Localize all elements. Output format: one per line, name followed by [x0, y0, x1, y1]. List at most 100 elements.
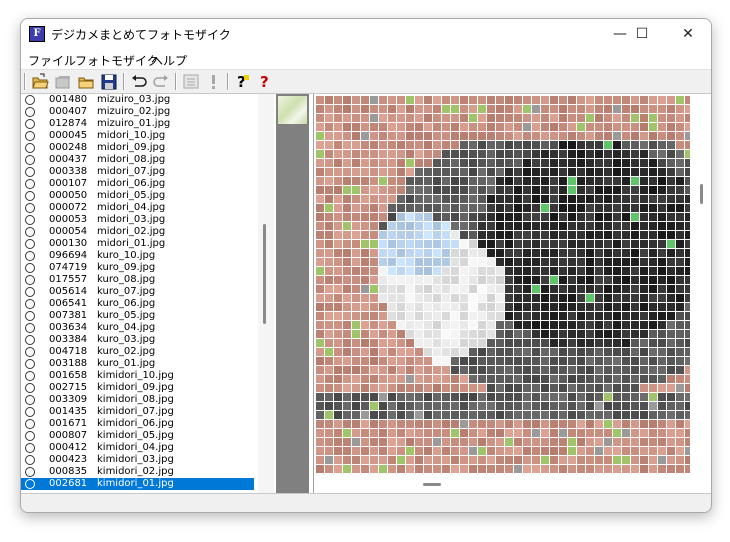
radio-icon[interactable] [25, 275, 35, 285]
list-item[interactable]: 000072 midori_04.jpg [21, 202, 254, 214]
list-item[interactable]: 003384 kuro_03.jpg [21, 334, 254, 346]
radio-icon[interactable] [25, 359, 35, 369]
mosaic-tile [352, 249, 360, 257]
list-item[interactable]: 004718 kuro_02.jpg [21, 346, 254, 358]
radio-icon[interactable] [25, 407, 35, 417]
radio-icon[interactable] [25, 131, 35, 141]
open-folder-button[interactable] [30, 72, 50, 91]
radio-icon[interactable] [25, 311, 35, 321]
list-item[interactable]: 006541 kuro_06.jpg [21, 298, 254, 310]
list-item[interactable]: 017557 kuro_08.jpg [21, 274, 254, 286]
list-item[interactable]: 000407 mizuiro_02.jpg [21, 106, 254, 118]
list-item[interactable]: 000054 midori_02.jpg [21, 226, 254, 238]
maximize-button[interactable]: ☐ [619, 19, 665, 49]
mosaic-horizontal-scroll-thumb[interactable] [423, 483, 441, 486]
list-item[interactable]: 003634 kuro_04.jpg [21, 322, 254, 334]
radio-icon[interactable] [25, 299, 35, 309]
list-item[interactable]: 003309 kimidori_08.jpg [21, 394, 254, 406]
file-list-scrollbar[interactable] [258, 94, 274, 493]
list-item[interactable]: 000835 kimidori_02.jpg [21, 466, 254, 478]
list-item[interactable]: 007381 kuro_05.jpg [21, 310, 254, 322]
radio-icon[interactable] [25, 287, 35, 297]
radio-icon[interactable] [25, 455, 35, 465]
radio-icon[interactable] [25, 155, 35, 165]
radio-icon[interactable] [25, 239, 35, 249]
mosaic-tile [343, 276, 351, 284]
mosaic-vertical-scroll-thumb[interactable] [700, 184, 703, 204]
radio-icon[interactable] [25, 167, 35, 177]
list-item[interactable]: 000107 midori_06.jpg [21, 178, 254, 190]
radio-icon[interactable] [25, 203, 35, 213]
mosaic-tile [334, 141, 342, 149]
radio-icon[interactable] [25, 95, 35, 105]
list-item[interactable]: 000248 midori_09.jpg [21, 142, 254, 154]
tile-count: 002681 [49, 478, 88, 489]
radio-icon[interactable] [25, 335, 35, 345]
list-item[interactable]: 001435 kimidori_07.jpg [21, 406, 254, 418]
menu-file[interactable]: ファイル [28, 52, 76, 69]
mosaic-view[interactable] [313, 94, 711, 493]
radio-icon[interactable] [25, 179, 35, 189]
folder-button[interactable] [76, 72, 96, 91]
list-button[interactable] [181, 72, 201, 91]
list-item[interactable]: 074719 kuro_09.jpg [21, 262, 254, 274]
list-item[interactable]: 000437 midori_08.jpg [21, 154, 254, 166]
list-item[interactable]: 000423 kimidori_03.jpg [21, 454, 254, 466]
radio-icon[interactable] [25, 119, 35, 129]
mosaic-tile [586, 411, 594, 419]
gallery-button[interactable] [53, 72, 73, 91]
close-button[interactable]: ✕ [665, 19, 711, 49]
mosaic-tile [361, 123, 369, 131]
radio-icon[interactable] [25, 263, 35, 273]
list-item[interactable]: 005614 kuro_07.jpg [21, 286, 254, 298]
list-item[interactable]: 000050 midori_05.jpg [21, 190, 254, 202]
mosaic-tile [370, 465, 378, 473]
radio-icon[interactable] [25, 395, 35, 405]
radio-icon[interactable] [25, 383, 35, 393]
list-item[interactable]: 002681 kimidori_01.jpg [21, 478, 254, 490]
radio-icon[interactable] [25, 419, 35, 429]
list-item[interactable]: 000130 midori_01.jpg [21, 238, 254, 250]
radio-icon[interactable] [25, 143, 35, 153]
redo-button[interactable] [151, 72, 171, 91]
radio-icon[interactable] [25, 323, 35, 333]
context-help-button[interactable]: ? [256, 72, 276, 91]
menu-help[interactable]: ヘルプ [151, 52, 187, 69]
list-item[interactable]: 096694 kuro_10.jpg [21, 250, 254, 262]
radio-icon[interactable] [25, 479, 35, 489]
radio-icon[interactable] [25, 191, 35, 201]
list-item[interactable]: 012874 mizuiro_01.jpg [21, 118, 254, 130]
list-item[interactable]: 002715 kimidori_09.jpg [21, 382, 254, 394]
mosaic-tile [649, 195, 657, 203]
help-button[interactable]: ? [233, 72, 253, 91]
list-item[interactable]: 000807 kimidori_05.jpg [21, 430, 254, 442]
list-item[interactable]: 003188 kuro_01.jpg [21, 358, 254, 370]
list-item[interactable]: 000412 kimidori_04.jpg [21, 442, 254, 454]
title-bar[interactable]: F デジカメまとめてフォトモザイク — ☐ ✕ [21, 19, 711, 49]
radio-icon[interactable] [25, 431, 35, 441]
radio-icon[interactable] [25, 227, 35, 237]
undo-button[interactable] [129, 72, 149, 91]
mosaic-tile [631, 213, 639, 221]
radio-icon[interactable] [25, 215, 35, 225]
radio-icon[interactable] [25, 107, 35, 117]
save-button[interactable] [99, 72, 119, 91]
list-item[interactable]: 000045 midori_10.jpg [21, 130, 254, 142]
exclamation-button[interactable] [204, 72, 224, 91]
radio-icon[interactable] [25, 371, 35, 381]
list-item[interactable]: 001658 kimidori_10.jpg [21, 370, 254, 382]
list-item[interactable]: 000338 midori_07.jpg [21, 166, 254, 178]
source-thumbnail[interactable] [278, 96, 307, 124]
menu-photomosaic[interactable]: フォトモザイク [75, 52, 159, 69]
list-item[interactable]: 000053 midori_03.jpg [21, 214, 254, 226]
radio-icon[interactable] [25, 251, 35, 261]
radio-icon[interactable] [25, 443, 35, 453]
radio-icon[interactable] [25, 467, 35, 477]
file-list[interactable]: 001480 mizuiro_03.jpg 000407 mizuiro_02.jpg… [21, 94, 274, 493]
list-item[interactable]: 001671 kimidori_06.jpg [21, 418, 254, 430]
mosaic-tile [559, 420, 567, 428]
mosaic-tile [460, 438, 468, 446]
file-list-scroll-thumb[interactable] [263, 224, 266, 324]
radio-icon[interactable] [25, 347, 35, 357]
list-item[interactable]: 001480 mizuiro_03.jpg [21, 94, 254, 106]
